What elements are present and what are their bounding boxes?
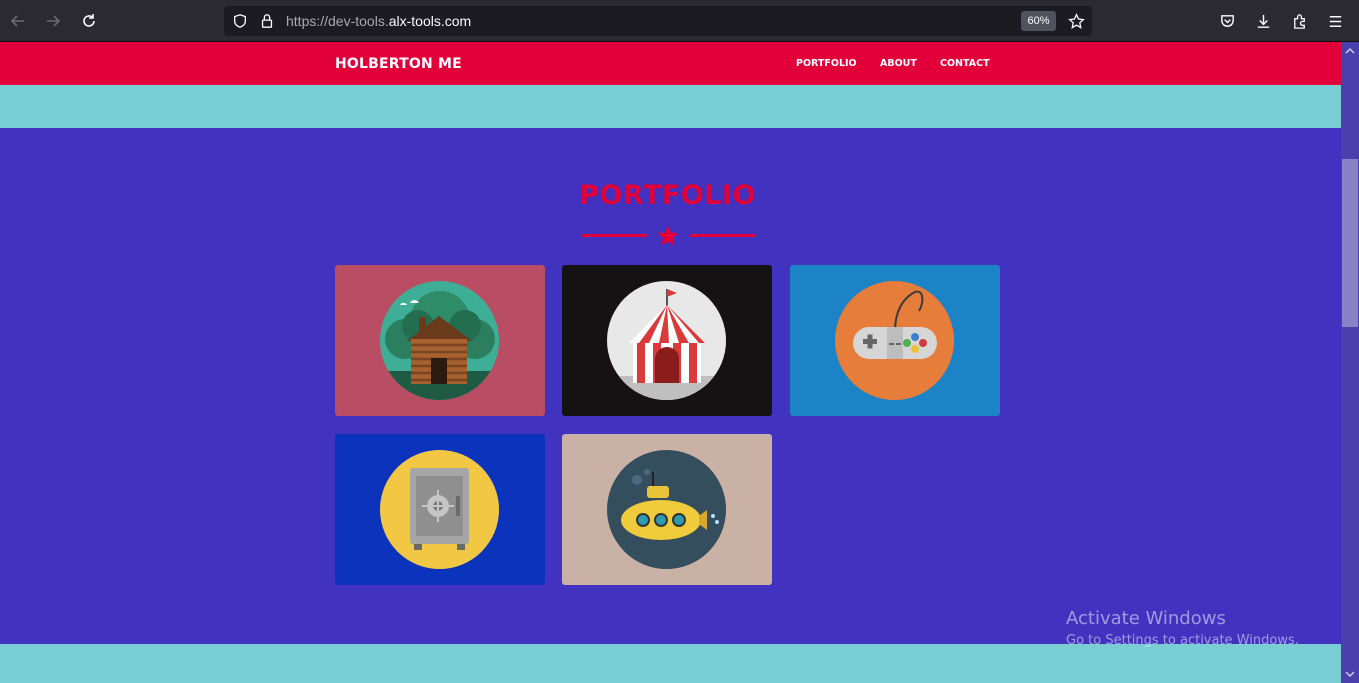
circus-illustration [607, 281, 726, 400]
page-viewport: HOLBERTON ME PORTFOLIO ABOUT CONTACT POR… [0, 42, 1341, 683]
hamburger-icon [1329, 15, 1341, 27]
reload-icon [83, 14, 95, 27]
star-icon [1067, 12, 1085, 29]
safe-illustration [380, 450, 499, 569]
menu-button[interactable] [1325, 11, 1345, 31]
url-text[interactable]: https://dev-tools.alx-tools.com [286, 13, 471, 29]
browser-toolbar: https://dev-tools.alx-tools.com 60% [0, 0, 1359, 42]
address-bar[interactable]: https://dev-tools.alx-tools.com 60% [224, 6, 1092, 36]
nav-contact[interactable]: CONTACT [940, 58, 990, 69]
divider-line-right [689, 234, 755, 237]
arrow-right-icon [47, 15, 61, 27]
game-controller-illustration [835, 281, 954, 400]
portfolio-item-circus[interactable] [562, 265, 772, 416]
portfolio-item-safe[interactable] [335, 434, 545, 585]
chevron-down-icon[interactable] [1345, 669, 1355, 679]
teal-band-top [0, 85, 1341, 128]
zoom-badge[interactable]: 60% [1021, 11, 1056, 31]
forward-button[interactable] [41, 9, 65, 33]
reload-button[interactable] [77, 9, 101, 33]
back-button[interactable] [6, 9, 30, 33]
cabin-illustration [380, 281, 499, 400]
bookmark-star-button[interactable] [1066, 11, 1086, 31]
arrow-left-icon [10, 15, 24, 27]
shield-icon[interactable] [231, 12, 249, 30]
downloads-button[interactable] [1253, 11, 1273, 31]
scroll-thumb[interactable] [1342, 159, 1358, 327]
page-scrollbar[interactable] [1341, 42, 1359, 683]
site-brand[interactable]: HOLBERTON ME [335, 56, 462, 72]
site-header: HOLBERTON ME PORTFOLIO ABOUT CONTACT [0, 42, 1341, 85]
url-prefix: https://dev-tools. [286, 13, 389, 29]
nav-about[interactable]: ABOUT [880, 58, 917, 69]
portfolio-item-cabin[interactable] [335, 265, 545, 416]
pocket-icon [1220, 14, 1234, 27]
chevron-up-icon[interactable] [1345, 46, 1355, 56]
pocket-button[interactable] [1217, 11, 1237, 31]
submarine-illustration [607, 450, 726, 569]
url-domain: alx-tools.com [388, 13, 472, 29]
portfolio-item-game-controller[interactable] [790, 265, 1000, 416]
divider-star-icon [657, 225, 679, 246]
extensions-button[interactable] [1289, 11, 1309, 31]
puzzle-icon [1293, 13, 1305, 29]
portfolio-item-submarine[interactable] [562, 434, 772, 585]
portfolio-heading: PORTFOLIO [579, 180, 756, 211]
teal-band-bottom [0, 644, 1341, 683]
divider-line-left [581, 234, 647, 237]
download-icon [1257, 14, 1269, 28]
nav-portfolio[interactable]: PORTFOLIO [796, 58, 857, 69]
lock-icon[interactable] [258, 12, 276, 30]
